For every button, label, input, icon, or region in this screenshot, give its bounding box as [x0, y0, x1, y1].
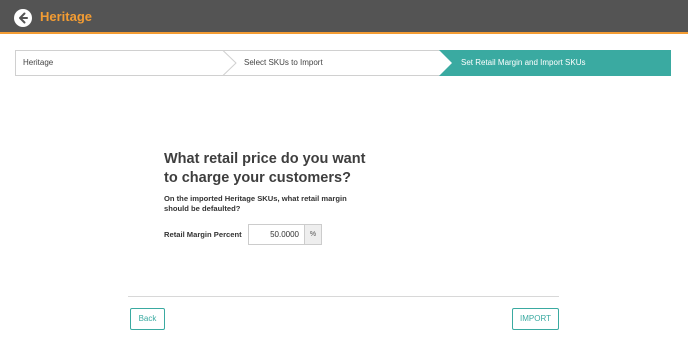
question-heading: What retail price do you want to charge …	[164, 150, 404, 188]
wizard-steps: Heritage Select SKUs to Import Set Retai…	[15, 50, 671, 76]
back-arrow-circle-icon[interactable]	[14, 9, 32, 27]
wizard-step-select-skus[interactable]: Select SKUs to Import	[244, 50, 323, 76]
question-subtext: On the imported Heritage SKUs, what reta…	[164, 194, 374, 214]
question-line-2: to charge your customers?	[164, 170, 351, 186]
footer-divider	[128, 296, 559, 297]
wizard-step-heritage[interactable]: Heritage	[23, 50, 53, 76]
question-line-1: What retail price do you want	[164, 151, 366, 167]
wizard-step-set-margin[interactable]: Set Retail Margin and Import SKUs	[461, 50, 586, 76]
retail-margin-label: Retail Margin Percent	[164, 230, 242, 239]
top-bar: Heritage	[0, 0, 688, 34]
subtext-line-2: should be defaulted?	[164, 204, 241, 213]
page-title: Heritage	[40, 9, 93, 24]
retail-margin-input[interactable]	[248, 224, 304, 245]
percent-addon: %	[304, 224, 322, 245]
subtext-line-1: On the imported Heritage SKUs, what reta…	[164, 194, 347, 203]
back-button[interactable]: Back	[130, 308, 165, 330]
import-button[interactable]: IMPORT	[512, 308, 559, 330]
